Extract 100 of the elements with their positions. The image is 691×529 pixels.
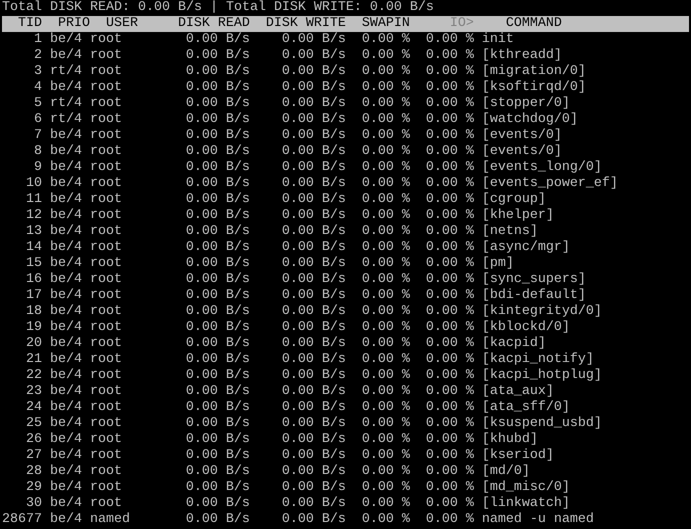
- tid-cell: 6: [34, 112, 42, 127]
- io-cell: 0.00 %: [426, 256, 474, 271]
- priority-cell: rt/4: [50, 112, 82, 127]
- tid-cell: 25: [26, 416, 42, 431]
- io-cell: 0.00 %: [426, 48, 474, 63]
- priority-cell: be/4: [50, 208, 82, 223]
- disk-read-cell: 0.00 B/s: [186, 48, 250, 63]
- swapin-cell: 0.00 %: [362, 288, 410, 303]
- command-cell: [ata_sff/0]: [482, 400, 570, 415]
- user-cell: root: [90, 320, 122, 335]
- disk-read-cell: 0.00 B/s: [186, 320, 250, 335]
- io-cell: 0.00 %: [426, 176, 474, 191]
- command-cell: [events_long/0]: [482, 160, 602, 175]
- column-header[interactable]: PRIO: [58, 16, 90, 31]
- disk-write-cell: 0.00 B/s: [282, 208, 346, 223]
- io-cell: 0.00 %: [426, 96, 474, 111]
- io-cell: 0.00 %: [426, 80, 474, 95]
- io-cell: 0.00 %: [426, 400, 474, 415]
- command-cell: [khubd]: [482, 432, 538, 447]
- disk-write-cell: 0.00 B/s: [282, 32, 346, 47]
- column-header[interactable]: DISK WRITE: [266, 16, 346, 31]
- command-cell: [kintegrityd/0]: [482, 304, 602, 319]
- disk-read-cell: 0.00 B/s: [186, 144, 250, 159]
- tid-cell: 30: [26, 496, 42, 511]
- io-cell: 0.00 %: [426, 384, 474, 399]
- user-cell: root: [90, 224, 122, 239]
- column-header[interactable]: TID: [18, 16, 42, 31]
- user-cell: root: [90, 48, 122, 63]
- priority-cell: be/4: [50, 320, 82, 335]
- io-cell: 0.00 %: [426, 416, 474, 431]
- io-cell: 0.00 %: [426, 272, 474, 287]
- command-cell: [kseriod]: [482, 448, 554, 463]
- user-cell: root: [90, 272, 122, 287]
- io-cell: 0.00 %: [426, 288, 474, 303]
- swapin-cell: 0.00 %: [362, 512, 410, 527]
- disk-write-cell: 0.00 B/s: [282, 496, 346, 511]
- priority-cell: be/4: [50, 480, 82, 495]
- io-cell: 0.00 %: [426, 432, 474, 447]
- column-header[interactable]: COMMAND: [506, 16, 562, 31]
- command-cell: [bdi-default]: [482, 288, 586, 303]
- swapin-cell: 0.00 %: [362, 320, 410, 335]
- io-cell: 0.00 %: [426, 304, 474, 319]
- disk-read-cell: 0.00 B/s: [186, 400, 250, 415]
- disk-write-cell: 0.00 B/s: [282, 192, 346, 207]
- priority-cell: be/4: [50, 496, 82, 511]
- tid-cell: 27: [26, 448, 42, 463]
- disk-read-cell: 0.00 B/s: [186, 160, 250, 175]
- swapin-cell: 0.00 %: [362, 80, 410, 95]
- disk-read-cell: 0.00 B/s: [186, 128, 250, 143]
- disk-write-cell: 0.00 B/s: [282, 96, 346, 111]
- disk-read-cell: 0.00 B/s: [186, 368, 250, 383]
- io-cell: 0.00 %: [426, 448, 474, 463]
- command-cell: [migration/0]: [482, 64, 586, 79]
- disk-read-cell: 0.00 B/s: [186, 496, 250, 511]
- tid-cell: 8: [34, 144, 42, 159]
- disk-read-cell: 0.00 B/s: [186, 176, 250, 191]
- tid-cell: 26: [26, 432, 42, 447]
- io-cell: 0.00 %: [426, 464, 474, 479]
- disk-write-cell: 0.00 B/s: [282, 288, 346, 303]
- priority-cell: be/4: [50, 512, 82, 527]
- command-cell: [sync_supers]: [482, 272, 586, 287]
- swapin-cell: 0.00 %: [362, 496, 410, 511]
- io-cell: 0.00 %: [426, 208, 474, 223]
- disk-read-cell: 0.00 B/s: [186, 448, 250, 463]
- priority-cell: be/4: [50, 192, 82, 207]
- user-cell: root: [90, 448, 122, 463]
- column-header[interactable]: SWAPIN: [362, 16, 410, 31]
- swapin-cell: 0.00 %: [362, 256, 410, 271]
- io-cell: 0.00 %: [426, 496, 474, 511]
- swapin-cell: 0.00 %: [362, 160, 410, 175]
- disk-read-cell: 0.00 B/s: [186, 352, 250, 367]
- swapin-cell: 0.00 %: [362, 128, 410, 143]
- disk-write-cell: 0.00 B/s: [282, 416, 346, 431]
- tid-cell: 23: [26, 384, 42, 399]
- disk-write-cell: 0.00 B/s: [282, 352, 346, 367]
- user-cell: root: [90, 64, 122, 79]
- disk-write-cell: 0.00 B/s: [282, 368, 346, 383]
- user-cell: root: [90, 80, 122, 95]
- tid-cell: 17: [26, 288, 42, 303]
- command-cell: [kacpi_hotplug]: [482, 368, 602, 383]
- tid-cell: 28677: [2, 512, 42, 527]
- tid-cell: 22: [26, 368, 42, 383]
- disk-write-cell: 0.00 B/s: [282, 144, 346, 159]
- command-cell: [stopper/0]: [482, 96, 570, 111]
- column-header[interactable]: USER: [106, 16, 138, 31]
- swapin-cell: 0.00 %: [362, 336, 410, 351]
- command-cell: named -u named: [482, 512, 594, 527]
- column-header[interactable]: DISK READ: [178, 16, 250, 31]
- tid-cell: 14: [26, 240, 42, 255]
- swapin-cell: 0.00 %: [362, 384, 410, 399]
- swapin-cell: 0.00 %: [362, 96, 410, 111]
- swapin-cell: 0.00 %: [362, 464, 410, 479]
- command-cell: [ksoftirqd/0]: [482, 80, 586, 95]
- disk-read-cell: 0.00 B/s: [186, 112, 250, 127]
- disk-write-cell: 0.00 B/s: [282, 512, 346, 527]
- swapin-cell: 0.00 %: [362, 480, 410, 495]
- tid-cell: 29: [26, 480, 42, 495]
- swapin-cell: 0.00 %: [362, 192, 410, 207]
- command-cell: [khelper]: [482, 208, 554, 223]
- disk-write-cell: 0.00 B/s: [282, 432, 346, 447]
